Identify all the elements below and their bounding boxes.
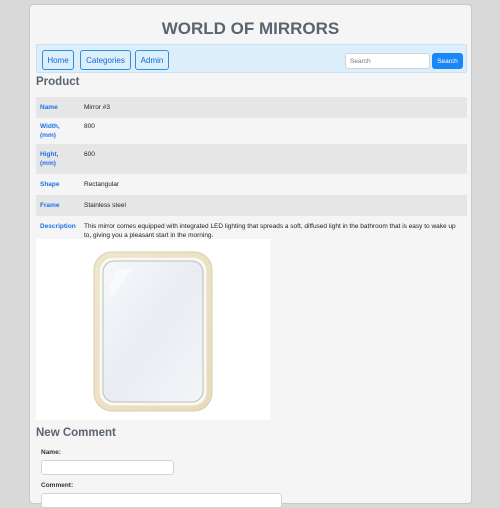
row-value: Rectangular bbox=[84, 181, 120, 188]
name-input[interactable] bbox=[41, 460, 174, 475]
new-comment-heading: New Comment bbox=[36, 427, 116, 439]
search-input[interactable] bbox=[345, 53, 430, 69]
search-button[interactable]: Search bbox=[432, 53, 463, 69]
nav-admin-button[interactable]: Admin bbox=[135, 50, 169, 70]
product-image bbox=[36, 239, 270, 420]
navbar: Home Categories Admin Search bbox=[36, 44, 467, 73]
row-value: Stainless steel bbox=[84, 202, 126, 209]
mirror-illustration bbox=[93, 251, 213, 412]
row-label: Name bbox=[40, 104, 58, 111]
row-value: 600 bbox=[84, 151, 95, 158]
row-label: Shape bbox=[40, 181, 60, 188]
nav-home-button[interactable]: Home bbox=[42, 50, 74, 70]
row-label: Frame bbox=[40, 202, 60, 209]
row-value: 800 bbox=[84, 123, 95, 130]
name-label: Name: bbox=[41, 449, 61, 456]
site-title: WORLD OF MIRRORS bbox=[161, 19, 340, 38]
table-row: Frame Stainless steel bbox=[36, 195, 467, 216]
nav-categories-button[interactable]: Categories bbox=[80, 50, 131, 70]
table-row: Shape Rectangular bbox=[36, 174, 467, 195]
row-value: Mirror #3 bbox=[84, 104, 111, 111]
row-label: Width, (mm) bbox=[40, 123, 60, 139]
table-row: Hight, (mm) 600 bbox=[36, 144, 467, 174]
row-label: Hight, (mm) bbox=[40, 151, 59, 167]
product-details-table: Name Mirror #3 Width, (mm) 800 Hight, (m… bbox=[36, 97, 467, 246]
product-heading: Product bbox=[36, 76, 80, 88]
comment-label: Comment: bbox=[41, 482, 74, 489]
page-container: WORLD OF MIRRORS Home Categories Admin S… bbox=[29, 4, 472, 508]
table-row: Width, (mm) 800 bbox=[36, 118, 467, 144]
comment-input[interactable] bbox=[41, 493, 282, 508]
table-row: Name Mirror #3 bbox=[36, 97, 467, 118]
